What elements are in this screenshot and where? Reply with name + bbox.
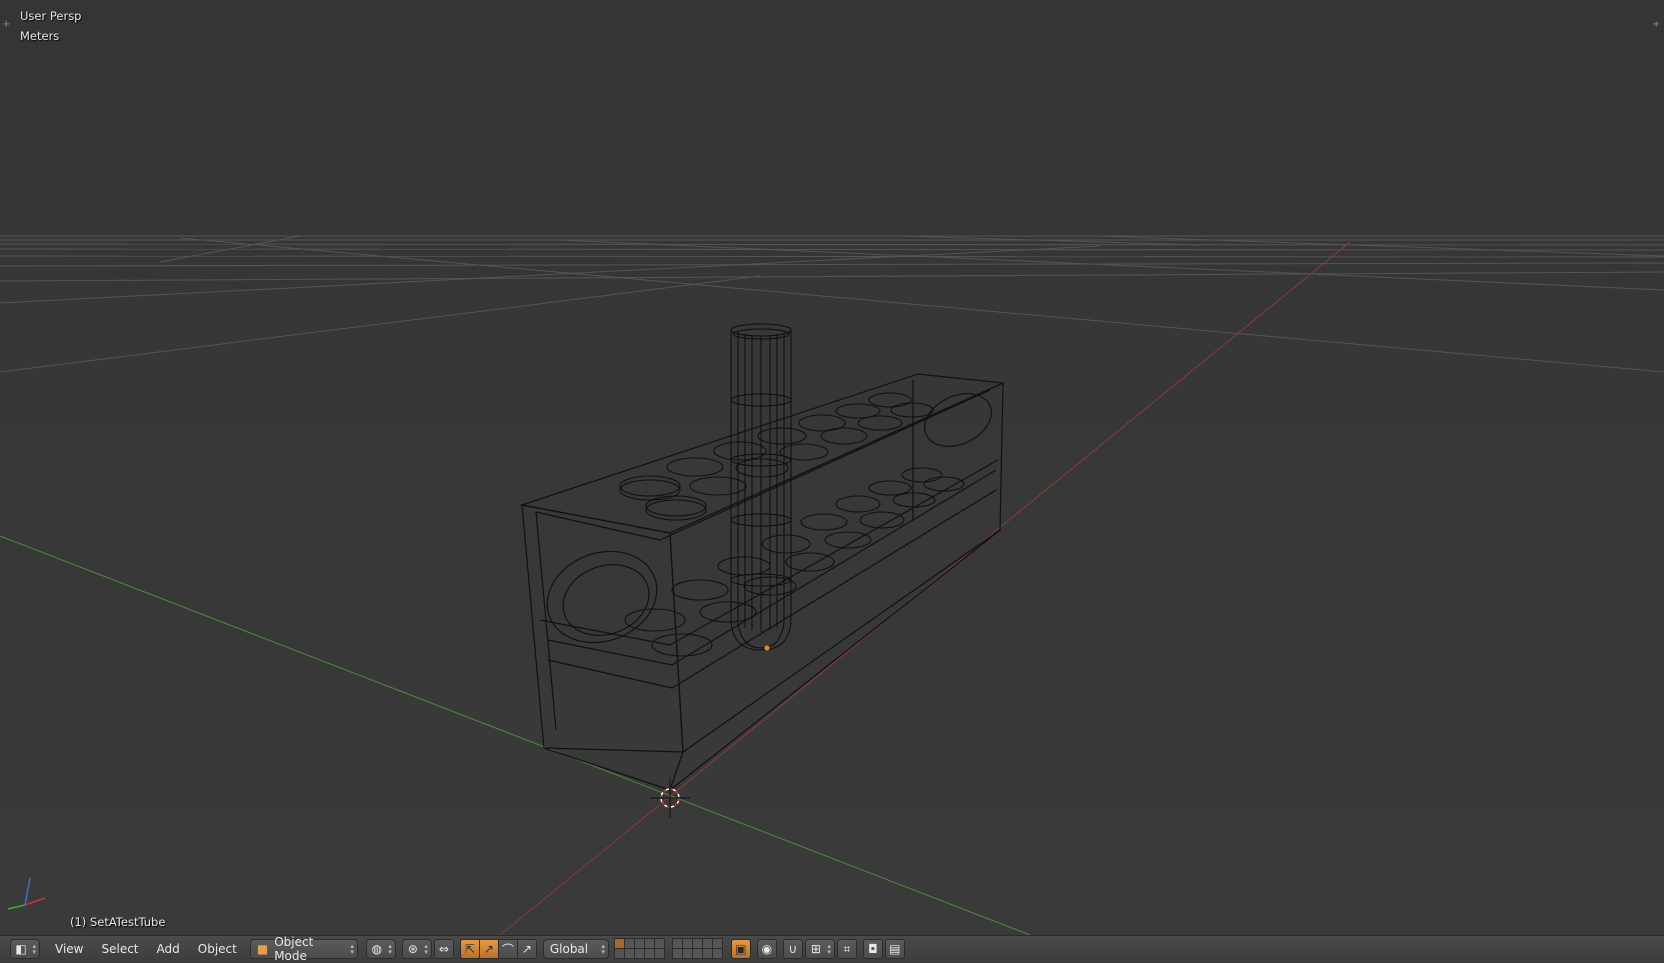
3d-cursor-icon: [650, 778, 690, 818]
rotate-arc-icon: ↗: [483, 942, 494, 956]
manipulator-toggle-button[interactable]: ⇔: [433, 939, 454, 959]
rotate-manipulator-button[interactable]: ↗: [478, 939, 499, 959]
snap-target-button[interactable]: ⌗: [836, 939, 857, 959]
cube-icon: ■: [256, 942, 269, 956]
view-menu[interactable]: View: [46, 939, 92, 959]
manipulator-icon: ⇔: [438, 942, 449, 956]
object-menu[interactable]: Object: [189, 939, 246, 959]
magnet-icon: ∪: [788, 942, 798, 956]
active-object-label: (1) SetATestTube: [70, 915, 166, 929]
viewport-shading-selector[interactable]: ◍ ▴ ▾: [365, 939, 396, 959]
pivot-icon: ⊛: [407, 942, 418, 956]
snap-increment-icon: ⊞: [810, 942, 821, 956]
render-opengl-image-button[interactable]: ◘: [862, 939, 883, 959]
mode-selector[interactable]: ■ Object Mode ▴ ▾: [249, 935, 358, 963]
scene-layers-group-1[interactable]: [613, 938, 665, 959]
test-tube-wireframe: [730, 323, 792, 651]
proportional-edit-icon: ◉: [761, 942, 773, 956]
snap-target-icon: ⌗: [843, 941, 851, 956]
translate-manipulator-button[interactable]: ⇱: [459, 939, 480, 959]
transform-manipulator-button[interactable]: ↗: [516, 939, 537, 959]
lock-icon: ▣: [735, 942, 747, 956]
viewport-scene: [0, 235, 1664, 935]
lock-layers-button[interactable]: ▣: [730, 939, 751, 959]
transform-orientation-selector[interactable]: Global ▴ ▾: [542, 939, 609, 959]
editor-type-selector[interactable]: ◧ ▴ ▾: [10, 939, 40, 959]
view-label: User Persp: [20, 9, 82, 23]
snap-toggle-button[interactable]: ∪: [782, 939, 803, 959]
y-axis-line: [0, 535, 1031, 935]
orientation-label: Global: [549, 942, 589, 956]
translate-arrow-icon: ⇱: [464, 942, 475, 956]
layer-button[interactable]: [711, 948, 723, 959]
viewport-header: ◧ ▴ ▾ View Select Add Object ■ Object Mode…: [0, 935, 1664, 963]
scene-layers-group-2[interactable]: [671, 938, 723, 959]
snap-element-selector[interactable]: ⊞ ▴ ▾: [804, 939, 835, 959]
render-opengl-animation-button[interactable]: ▤: [884, 939, 905, 959]
layer-button[interactable]: [653, 948, 665, 959]
rack-wireframe: [519, 373, 1006, 791]
axis-gizmo-icon: [7, 877, 46, 910]
pivot-point-selector[interactable]: ⊛ ▴ ▾: [401, 939, 432, 959]
scale-manipulator-button[interactable]: ⌒: [497, 939, 518, 959]
object-origin: [764, 645, 770, 651]
proportional-editing-button[interactable]: ◉: [756, 939, 777, 959]
camera-icon: ◘: [868, 942, 878, 956]
transform-arrow-icon: ↗: [521, 942, 532, 956]
mode-label: Object Mode: [274, 935, 314, 963]
add-menu[interactable]: Add: [148, 939, 189, 959]
3d-view-icon: ◧: [15, 942, 27, 956]
shading-sphere-icon: ◍: [371, 942, 383, 956]
scale-arc-icon: ⌒: [501, 942, 514, 957]
floor-grid: [0, 235, 1664, 373]
3d-viewport[interactable]: User Persp Meters (1) SetATestTube + +: [0, 0, 1664, 935]
manipulator-group: ⇱ ↗ ⌒ ↗: [459, 939, 537, 959]
select-menu[interactable]: Select: [92, 939, 147, 959]
units-label: Meters: [20, 29, 60, 43]
area-split-corner-icon[interactable]: +: [2, 20, 10, 30]
clapperboard-icon: ▤: [889, 942, 901, 956]
area-split-corner-icon[interactable]: +: [1652, 20, 1660, 30]
